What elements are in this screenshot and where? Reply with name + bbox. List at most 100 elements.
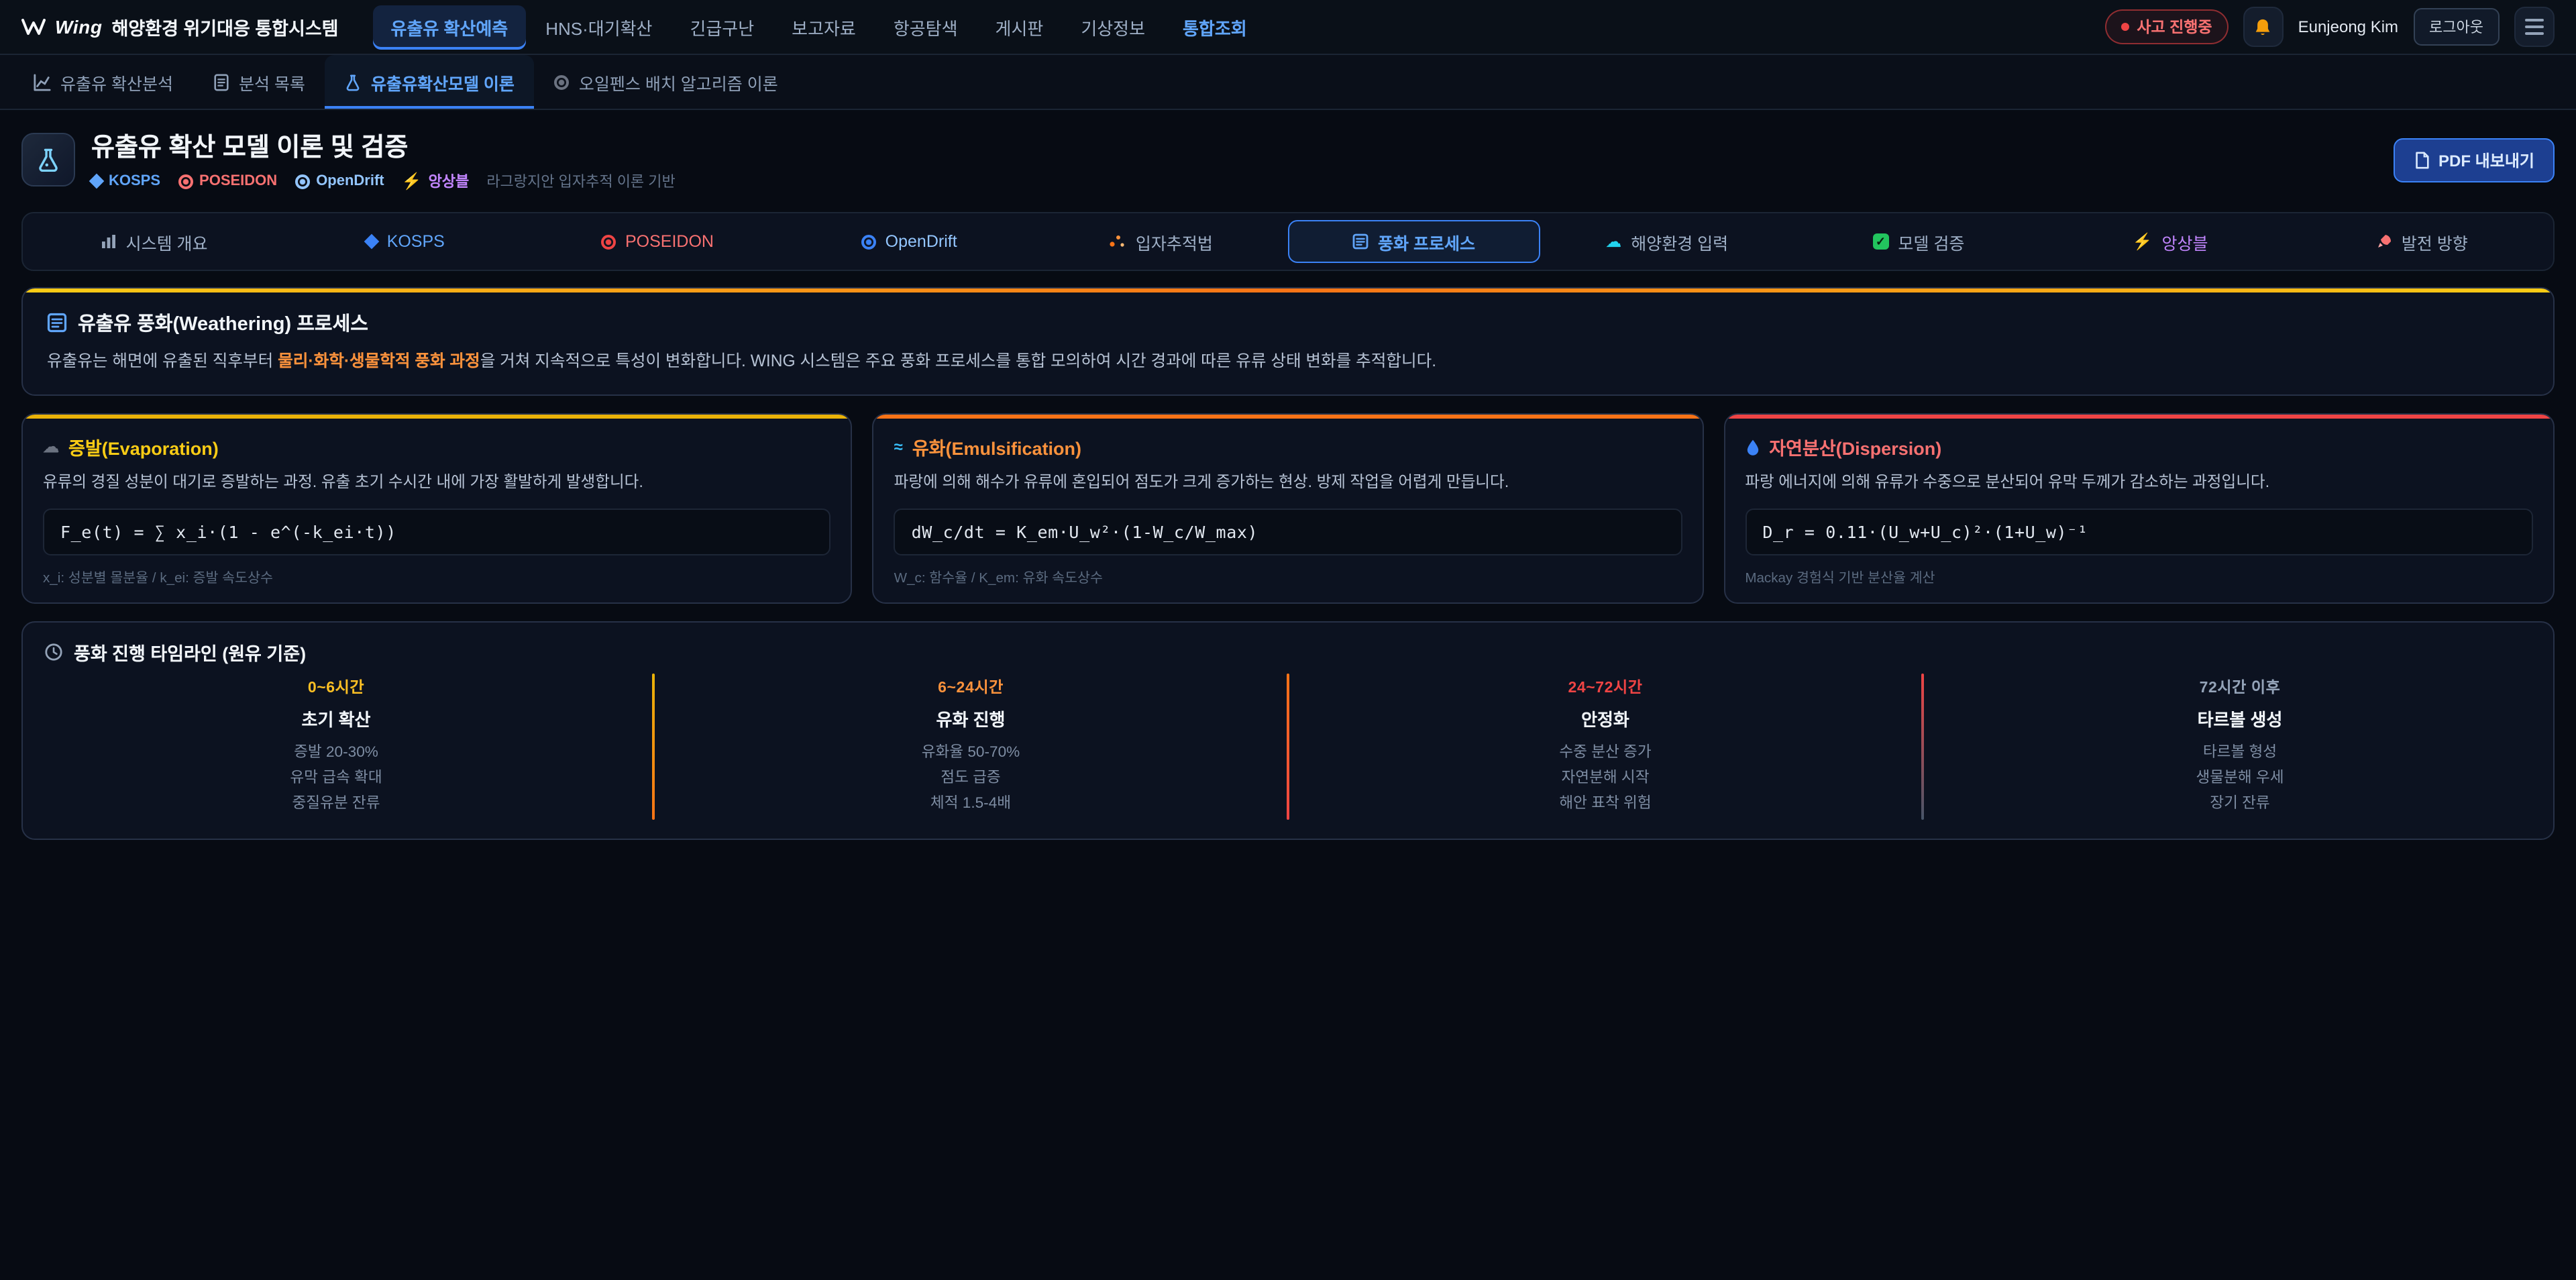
nav-item-oil-spill-forecast[interactable]: 유출유 확산예측 — [374, 5, 526, 49]
logout-button[interactable]: 로그아웃 — [2413, 8, 2500, 46]
brand[interactable]: Wing 해양환경 위기대응 통합시스템 — [21, 13, 339, 40]
badge-kosps: KOSPS — [91, 173, 160, 189]
page-header: 유출유 확산 모델 이론 및 검증 KOSPS POSEIDON OpenDri… — [0, 110, 2576, 204]
phase-time: 0~6시간 — [50, 676, 623, 697]
droplet-icon — [1745, 438, 1760, 456]
rocket-icon — [2376, 233, 2392, 250]
pdf-export-button[interactable]: PDF 내보내기 — [2393, 138, 2555, 182]
tab-model-validation[interactable]: ✓ 모델 검증 — [1794, 221, 2043, 262]
alert-dot-icon — [2121, 23, 2129, 31]
phase-time: 72시간 이후 — [1953, 676, 2526, 697]
menu-button[interactable] — [2514, 7, 2555, 47]
boom-ring-icon — [555, 74, 570, 89]
phase-detail: 유막 급속 확대 — [50, 766, 623, 792]
nav-item-weather-info[interactable]: 기상정보 — [1063, 5, 1163, 49]
phase-detail: 생물분해 우세 — [1953, 766, 2526, 792]
tab-ocean-env-input[interactable]: ☁ 해양환경 입력 — [1542, 221, 1791, 262]
timeline-grid: 0~6시간 초기 확산 증발 20-30% 유막 급속 확대 중질유분 잔류 6… — [44, 673, 2532, 820]
formula-caption: W_c: 함수율 / K_em: 유화 속도상수 — [894, 566, 1682, 586]
formula-block: F_e(t) = ∑ x_i·(1 - e^(-k_ei·t)) — [43, 508, 831, 555]
tab-kosps[interactable]: KOSPS — [281, 221, 530, 262]
document-list-icon — [213, 73, 229, 91]
process-doc-icon — [47, 313, 67, 333]
nav-item-aerial-search[interactable]: 항공탐색 — [876, 5, 975, 49]
phase-detail: 중질유분 잔류 — [50, 792, 623, 817]
tab-future-direction[interactable]: 발전 방향 — [2298, 221, 2546, 262]
model-badge-row: KOSPS POSEIDON OpenDrift ⚡ 앙상블 라그랑지안 입자추… — [91, 170, 676, 192]
tab-poseidon[interactable]: POSEIDON — [533, 221, 782, 262]
card-emulsification: ≈ 유화(Emulsification) 파랑에 의해 해수가 유류에 혼입되어… — [873, 413, 1704, 603]
hamburger-icon — [2525, 19, 2544, 35]
incident-status-badge[interactable]: 사고 진행중 — [2104, 9, 2228, 44]
target-icon — [601, 234, 616, 249]
nav-item-reports[interactable]: 보고자료 — [774, 5, 873, 49]
target-icon — [178, 174, 193, 189]
sub-tab-bar: 유출유 확산분석 분석 목록 유출유확산모델 이론 오일펜스 배치 알고리즘 이… — [0, 55, 2576, 110]
cloud-icon: ☁ — [43, 439, 59, 455]
card-description: 파랑에 의해 해수가 유류에 혼입되어 점도가 크게 증가하는 현상. 방제 작… — [894, 471, 1682, 494]
process-doc-icon — [1352, 233, 1368, 250]
formula-caption: Mackay 경험식 기반 분산율 계산 — [1745, 566, 2533, 586]
incident-status-label: 사고 진행중 — [2137, 16, 2212, 38]
user-name: Eunjeong Kim — [2298, 17, 2398, 36]
card-description: 유류의 경질 성분이 대기로 증발하는 과정. 유출 초기 수시간 내에 가장 … — [43, 471, 831, 494]
cloud-icon: ☁ — [1605, 233, 1621, 250]
wing-logo-icon — [21, 17, 46, 36]
page-title: 유출유 확산 모델 이론 및 검증 — [91, 127, 676, 164]
notification-button[interactable] — [2243, 7, 2284, 47]
phase-title: 유화 진행 — [684, 705, 1257, 731]
tab-particle-tracking[interactable]: 입자추적법 — [1036, 221, 1285, 262]
tab-ensemble[interactable]: ⚡ 앙상블 — [2046, 221, 2295, 262]
timeline-phase-initial-spread: 0~6시간 초기 확산 증발 20-30% 유막 급속 확대 중질유분 잔류 — [44, 673, 628, 820]
phase-detail: 유화율 50-70% — [684, 740, 1257, 765]
tab-system-overview[interactable]: 시스템 개요 — [30, 221, 278, 262]
phase-detail: 점도 급증 — [684, 766, 1257, 792]
badge-opendrift: OpenDrift — [294, 173, 384, 189]
phase-title: 안정화 — [1319, 705, 1892, 731]
phase-detail: 수중 분산 증가 — [1319, 740, 1892, 765]
phase-title: 타르볼 생성 — [1953, 705, 2526, 731]
intro-highlight: 물리·화학·생물학적 풍화 과정 — [278, 352, 480, 370]
subtab-spill-analysis[interactable]: 유출유 확산분석 — [13, 55, 193, 109]
bar-chart-icon — [101, 233, 117, 250]
phase-time: 24~72시간 — [1319, 676, 1892, 697]
phase-time: 6~24시간 — [684, 676, 1257, 697]
check-icon: ✓ — [1872, 233, 1888, 250]
timeline-phase-emulsification: 6~24시간 유화 진행 유화율 50-70% 점도 급증 체적 1.5-4배 — [679, 673, 1263, 820]
card-evaporation: ☁ 증발(Evaporation) 유류의 경질 성분이 대기로 증발하는 과정… — [21, 413, 853, 603]
weathering-timeline-section: 풍화 진행 타임라인 (원유 기준) 0~6시간 초기 확산 증발 20-30%… — [21, 621, 2555, 840]
card-title: ☁ 증발(Evaporation) — [43, 433, 831, 460]
subtab-model-theory[interactable]: 유출유확산모델 이론 — [325, 55, 535, 109]
target-icon — [861, 234, 876, 249]
particles-icon — [1109, 233, 1126, 250]
card-title: ≈ 유화(Emulsification) — [894, 433, 1682, 460]
nav-item-hns-air-dispersion[interactable]: HNS·대기확산 — [528, 5, 669, 49]
formula-block: D_r = 0.11·(U_w+U_c)²·(1+U_w)⁻¹ — [1745, 508, 2533, 555]
nav-item-integrated-search[interactable]: 통합조회 — [1165, 5, 1265, 49]
timeline-phase-tarball: 72시간 이후 타르볼 생성 타르볼 형성 생물분해 우세 장기 잔류 — [1948, 673, 2532, 820]
phase-title: 초기 확산 — [50, 705, 623, 731]
tab-opendrift[interactable]: OpenDrift — [785, 221, 1034, 262]
nav-item-board[interactable]: 게시판 — [978, 5, 1061, 49]
card-description: 파랑 에너지에 의해 유류가 수중으로 분산되어 유막 두께가 감소하는 과정입… — [1745, 471, 2533, 494]
timeline-phase-stabilization: 24~72시간 안정화 수중 분산 증가 자연분해 시작 해안 표착 위험 — [1313, 673, 1897, 820]
subtab-boom-algorithm-theory[interactable]: 오일펜스 배치 알고리즘 이론 — [535, 55, 798, 109]
card-title: 자연분산(Dispersion) — [1745, 433, 2533, 460]
page-title-block: 유출유 확산 모델 이론 및 검증 KOSPS POSEIDON OpenDri… — [91, 127, 676, 192]
line-chart-icon — [34, 73, 51, 91]
pdf-icon — [2413, 151, 2429, 168]
page-hero-icon — [21, 133, 75, 186]
subtab-analysis-list[interactable]: 분석 목록 — [193, 55, 325, 109]
timeline-heading: 풍화 진행 타임라인 (원유 기준) — [44, 638, 2532, 665]
section-tab-strip: 시스템 개요 KOSPS POSEIDON OpenDrift 입자추적법 풍화… — [21, 212, 2555, 271]
tab-weathering-process[interactable]: 풍화 프로세스 — [1288, 220, 1540, 263]
phase-detail: 해안 표착 위험 — [1319, 792, 1892, 817]
diamond-icon — [89, 174, 105, 189]
badge-poseidon: POSEIDON — [178, 173, 277, 189]
topbar: Wing 해양환경 위기대응 통합시스템 유출유 확산예측 HNS·대기확산 긴… — [0, 0, 2576, 55]
nav-item-emergency-rescue[interactable]: 긴급구난 — [672, 5, 771, 49]
app-root: Wing 해양환경 위기대응 통합시스템 유출유 확산예측 HNS·대기확산 긴… — [0, 0, 2576, 1280]
phase-detail: 장기 잔류 — [1953, 792, 2526, 817]
phase-detail: 증발 20-30% — [50, 740, 623, 765]
phase-detail: 체적 1.5-4배 — [684, 792, 1257, 817]
